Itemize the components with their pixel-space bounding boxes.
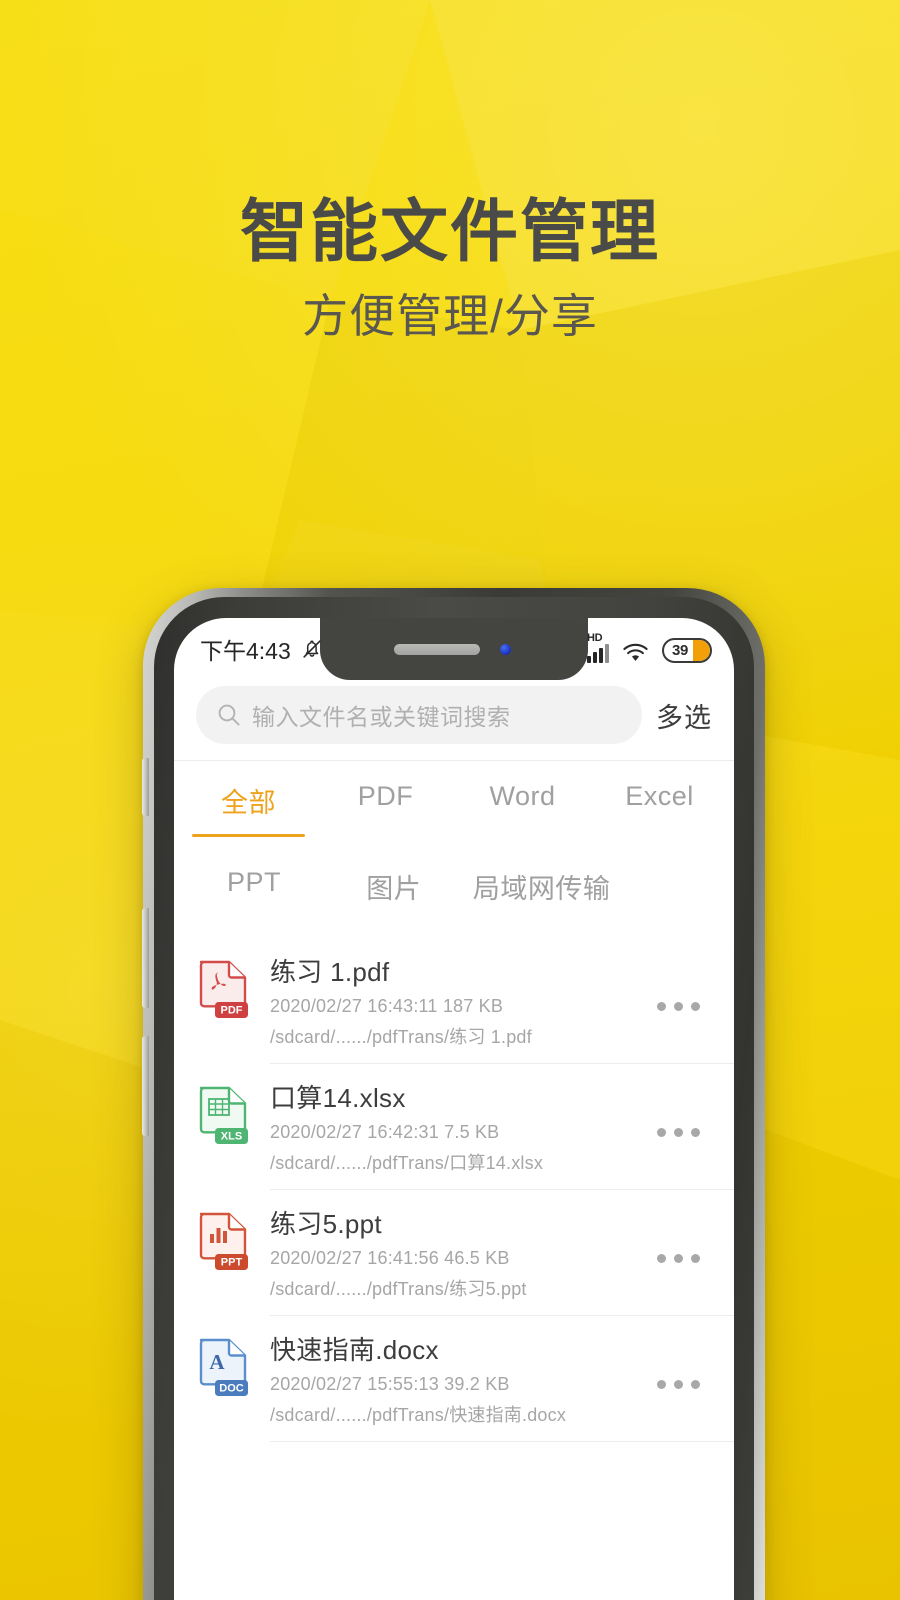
tab-ppt[interactable]: PPT	[180, 851, 328, 912]
file-path: /sdcard/....../pdfTrans/练习5.ppt	[270, 1279, 527, 1299]
file-name: 口算14.xlsx	[270, 1083, 406, 1113]
tab-active-underline	[192, 834, 305, 837]
file-list: PDF 练习 1.pdf 2020/02/27 16:43:11 187 KB …	[174, 920, 734, 1442]
more-options-icon[interactable]	[649, 1372, 708, 1397]
xls-file-icon: XLS	[196, 1078, 250, 1146]
file-name: 快速指南.docx	[270, 1335, 439, 1365]
search-icon	[218, 704, 240, 726]
tab-excel[interactable]: Excel	[591, 765, 728, 826]
file-path: /sdcard/....../pdfTrans/口算14.xlsx	[270, 1153, 544, 1173]
battery-indicator: 39	[662, 638, 712, 663]
promo-subheadline: 方便管理/分享	[302, 290, 598, 343]
svg-text:PPT: PPT	[221, 1257, 243, 1269]
tab-word-label: Word	[489, 781, 556, 811]
ppt-file-icon: PPT	[196, 1204, 250, 1272]
doc-file-icon: A DOC	[196, 1330, 250, 1398]
status-bar: 下午4:43 HD 39	[174, 618, 734, 680]
phone-volume-down-button[interactable]	[142, 1036, 149, 1136]
promo-screenshot: 智能文件管理 方便管理/分享 下午4:43 HD 39 输入文件名或关键词搜索 …	[0, 0, 900, 1600]
tab-excel-label: Excel	[625, 781, 694, 811]
search-placeholder: 输入文件名或关键词搜索	[252, 704, 511, 730]
status-bar-right: HD 39	[587, 632, 712, 663]
phone-volume-up-button[interactable]	[142, 908, 149, 1008]
tab-lan-transfer-label: 局域网传输	[472, 874, 611, 904]
tab-images-label: 图片	[366, 874, 422, 904]
bell-muted-icon	[303, 640, 321, 658]
tab-word[interactable]: Word	[454, 765, 591, 826]
tab-ppt-label: PPT	[226, 867, 281, 897]
more-options-icon[interactable]	[649, 994, 708, 1019]
wifi-icon	[623, 643, 648, 662]
more-options-icon[interactable]	[649, 1120, 708, 1145]
file-list-item[interactable]: PDF 练习 1.pdf 2020/02/27 16:43:11 187 KB …	[174, 938, 734, 1064]
status-time: 下午4:43	[200, 638, 291, 664]
multiselect-button[interactable]: 多选	[656, 696, 714, 735]
status-bar-left: 下午4:43	[200, 632, 324, 666]
file-list-item[interactable]: PPT 练习5.ppt 2020/02/27 16:41:56 46.5 KB …	[174, 1190, 734, 1316]
tab-images[interactable]: 图片	[328, 851, 460, 920]
svg-text:DOC: DOC	[219, 1383, 244, 1395]
file-path: /sdcard/....../pdfTrans/练习 1.pdf	[270, 1027, 532, 1047]
svg-text:XLS: XLS	[221, 1131, 242, 1143]
promo-headline: 智能文件管理	[239, 194, 660, 270]
promo-text-block: 智能文件管理 方便管理/分享	[0, 194, 900, 343]
phone-mockup: 下午4:43 HD 39 输入文件名或关键词搜索 多选 全部 PDF Word …	[142, 588, 765, 1600]
search-input[interactable]: 输入文件名或关键词搜索	[196, 686, 642, 744]
phone-screen: 下午4:43 HD 39 输入文件名或关键词搜索 多选 全部 PDF Word …	[174, 618, 734, 1600]
file-meta: 2020/02/27 16:41:56 46.5 KB	[270, 1248, 510, 1268]
search-row: 输入文件名或关键词搜索 多选	[174, 680, 734, 760]
battery-fill	[692, 640, 710, 661]
phone-mute-switch[interactable]	[142, 758, 149, 816]
category-tabs-row-2: PPT 图片 局域网传输	[174, 837, 734, 920]
category-tabs: 全部 PDF Word Excel PPT 图片 局域网传输	[174, 760, 734, 920]
file-list-item[interactable]: XLS 口算14.xlsx 2020/02/27 16:42:31 7.5 KB…	[174, 1064, 734, 1190]
tab-lan-transfer[interactable]: 局域网传输	[459, 851, 623, 920]
file-path: /sdcard/....../pdfTrans/快速指南.docx	[270, 1405, 567, 1425]
signal-bars-icon: HD	[587, 632, 609, 663]
file-meta: 2020/02/27 16:43:11 187 KB	[270, 996, 504, 1016]
category-tabs-row-1: 全部 PDF Word Excel	[174, 765, 734, 837]
network-type-label: HD	[587, 632, 603, 644]
tab-all[interactable]: 全部	[180, 765, 317, 837]
tab-pdf-label: PDF	[357, 781, 414, 811]
tab-all-label: 全部	[221, 788, 276, 818]
file-list-item[interactable]: A DOC 快速指南.docx 2020/02/27 15:55:13 39.2…	[174, 1316, 734, 1442]
file-name: 练习5.ppt	[270, 1209, 382, 1239]
battery-percent-label: 39	[672, 642, 689, 659]
svg-text:A: A	[209, 1350, 225, 1374]
svg-text:PDF: PDF	[221, 1005, 243, 1017]
file-name: 练习 1.pdf	[270, 957, 390, 987]
tab-pdf[interactable]: PDF	[317, 765, 454, 826]
file-meta: 2020/02/27 15:55:13 39.2 KB	[270, 1374, 510, 1394]
pdf-file-icon: PDF	[196, 952, 250, 1020]
more-options-icon[interactable]	[649, 1246, 708, 1271]
file-meta: 2020/02/27 16:42:31 7.5 KB	[270, 1122, 500, 1142]
